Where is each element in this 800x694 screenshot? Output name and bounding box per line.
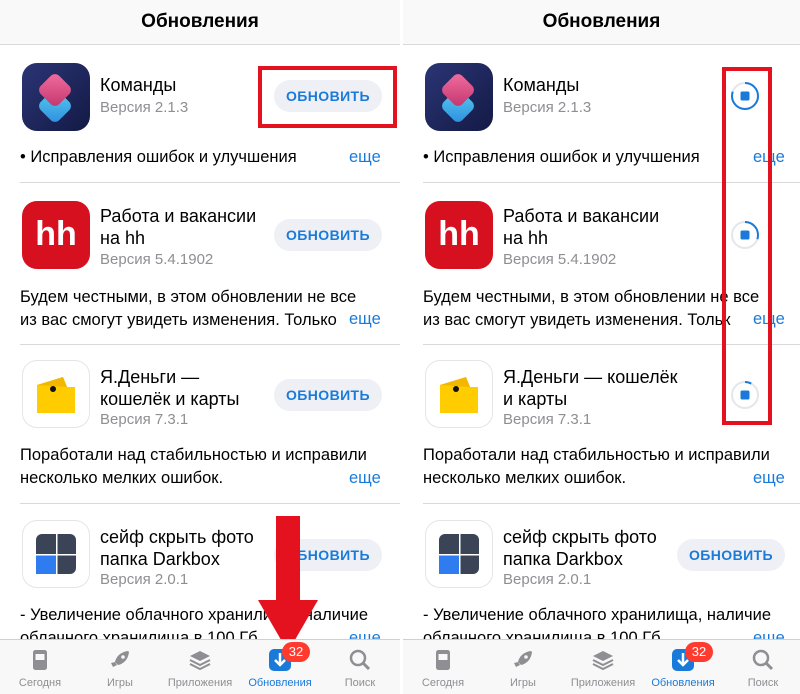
release-notes: • Исправления ошибок и улучшения bbox=[423, 148, 700, 166]
app-version: Версия 7.3.1 bbox=[100, 411, 189, 428]
updates-badge: 32 bbox=[685, 642, 713, 662]
tab-bar: Сегодня Игры Приложения 32 Обновления По… bbox=[0, 639, 400, 694]
tab-today[interactable]: Сегодня bbox=[403, 640, 483, 694]
release-notes-line1: Поработали над стабильностью и исправили bbox=[423, 446, 770, 464]
tab-bar: Сегодня Игры Приложения 32 Обновления По… bbox=[403, 639, 800, 694]
app-name-line1: Работа и вакансии bbox=[100, 206, 257, 226]
layers-icon bbox=[592, 651, 614, 671]
tab-label: Приложения bbox=[167, 677, 233, 689]
hh-logo-text: hh bbox=[438, 215, 480, 253]
darkbox-icon[interactable] bbox=[22, 520, 90, 588]
release-notes-line1: Будем честными, в этом обновлении не все bbox=[20, 288, 357, 306]
tab-label: Обновления bbox=[651, 677, 715, 689]
hh-logo-text: hh bbox=[35, 215, 77, 253]
more-link[interactable]: еще bbox=[349, 469, 381, 488]
divider bbox=[20, 182, 400, 183]
darkbox-icon[interactable] bbox=[425, 520, 493, 588]
tab-apps[interactable]: Приложения bbox=[563, 640, 643, 694]
app-name-line2: на hh bbox=[100, 228, 145, 248]
tab-label: Приложения bbox=[570, 677, 636, 689]
divider bbox=[423, 503, 800, 504]
app-name-line1: Работа и вакансии bbox=[503, 206, 660, 226]
rocket-icon bbox=[111, 651, 129, 667]
pointer-arrow-icon bbox=[258, 516, 318, 652]
release-notes-line2: несколько мелких ошибок. bbox=[423, 469, 627, 487]
tab-label: Обновления bbox=[248, 677, 312, 689]
today-icon bbox=[33, 650, 47, 670]
app-name-line2: папка Darkbox bbox=[503, 549, 623, 569]
release-notes-line2: несколько мелких ошибок. bbox=[20, 469, 224, 487]
app-name-line2: кошелёк и карты bbox=[100, 389, 240, 409]
release-notes-line1: - Увеличение облачного хранилища, наличи… bbox=[423, 606, 771, 624]
today-icon bbox=[436, 650, 450, 670]
app-name-line2: папка Darkbox bbox=[100, 549, 220, 569]
tab-label: Игры bbox=[510, 677, 536, 689]
search-icon bbox=[349, 649, 371, 671]
tab-games[interactable]: Игры bbox=[483, 640, 563, 694]
page-title: Обновления bbox=[0, 0, 400, 45]
app-name: Команды bbox=[503, 75, 580, 95]
tab-search[interactable]: Поиск bbox=[723, 640, 800, 694]
tab-label: Поиск bbox=[747, 677, 779, 689]
divider bbox=[20, 503, 400, 504]
app-version: Версия 7.3.1 bbox=[503, 411, 592, 428]
tab-today[interactable]: Сегодня bbox=[0, 640, 80, 694]
release-notes: • Исправления ошибок и улучшения bbox=[20, 148, 297, 166]
yandex-money-icon[interactable] bbox=[22, 360, 90, 428]
search-icon bbox=[752, 649, 774, 671]
update-button-yandex[interactable]: ОБНОВИТЬ bbox=[274, 379, 382, 411]
more-link[interactable]: еще bbox=[349, 310, 381, 329]
rocket-icon bbox=[514, 651, 532, 667]
app-version: Версия 5.4.1902 bbox=[100, 251, 214, 268]
more-link[interactable]: еще bbox=[753, 469, 785, 488]
tab-apps[interactable]: Приложения bbox=[160, 640, 240, 694]
yandex-money-icon[interactable] bbox=[425, 360, 493, 428]
left-screen: Обновления Команды Версия 2.1.3 ОБНОВИТЬ… bbox=[0, 0, 400, 694]
tab-search[interactable]: Поиск bbox=[320, 640, 400, 694]
tab-label: Сегодня bbox=[421, 677, 465, 689]
page-title: Обновления bbox=[403, 0, 800, 45]
update-button-darkbox[interactable]: ОБНОВИТЬ bbox=[677, 539, 785, 571]
tab-updates[interactable]: 32 Обновления bbox=[643, 640, 723, 694]
release-notes-line2: из вас смогут увидеть изменения. Только bbox=[20, 311, 337, 329]
app-version: Версия 2.1.3 bbox=[503, 99, 592, 116]
right-screen: Обновления Команды Версия 2.1.3 • Исправ… bbox=[403, 0, 800, 694]
tab-label: Сегодня bbox=[18, 677, 62, 689]
release-notes-line1: Поработали над стабильностью и исправили bbox=[20, 446, 367, 464]
app-version: Версия 5.4.1902 bbox=[503, 251, 617, 268]
tab-games[interactable]: Игры bbox=[80, 640, 160, 694]
app-version: Версия 2.1.3 bbox=[100, 99, 189, 116]
app-name-line1: сейф скрыть фото bbox=[503, 527, 657, 547]
tab-label: Поиск bbox=[344, 677, 376, 689]
app-name: Команды bbox=[100, 75, 177, 95]
hh-icon[interactable]: hh bbox=[22, 201, 90, 269]
highlight-box bbox=[722, 67, 772, 425]
release-notes-line2: из вас смогут увидеть изменения. Тольк bbox=[423, 311, 731, 329]
highlight-box bbox=[258, 66, 397, 128]
hh-icon[interactable]: hh bbox=[425, 201, 493, 269]
layers-icon bbox=[189, 651, 211, 671]
release-notes-line1: Будем честными, в этом обновлении не все bbox=[423, 288, 760, 306]
tab-updates[interactable]: 32 Обновления bbox=[240, 640, 320, 694]
shortcuts-icon[interactable] bbox=[22, 63, 90, 131]
app-name-line2: и карты bbox=[503, 389, 568, 409]
divider bbox=[20, 344, 400, 345]
more-link[interactable]: еще bbox=[349, 148, 381, 167]
updates-badge: 32 bbox=[282, 642, 310, 662]
update-button-hh[interactable]: ОБНОВИТЬ bbox=[274, 219, 382, 251]
app-name-line2: на hh bbox=[503, 228, 548, 248]
app-version: Версия 2.0.1 bbox=[100, 571, 189, 588]
tab-label: Игры bbox=[107, 677, 133, 689]
app-name-line1: сейф скрыть фото bbox=[100, 527, 254, 547]
shortcuts-icon[interactable] bbox=[425, 63, 493, 131]
app-name-line1: Я.Деньги — bbox=[100, 367, 200, 387]
app-name-line1: Я.Деньги — кошелёк bbox=[503, 367, 678, 387]
app-version: Версия 2.0.1 bbox=[503, 571, 592, 588]
